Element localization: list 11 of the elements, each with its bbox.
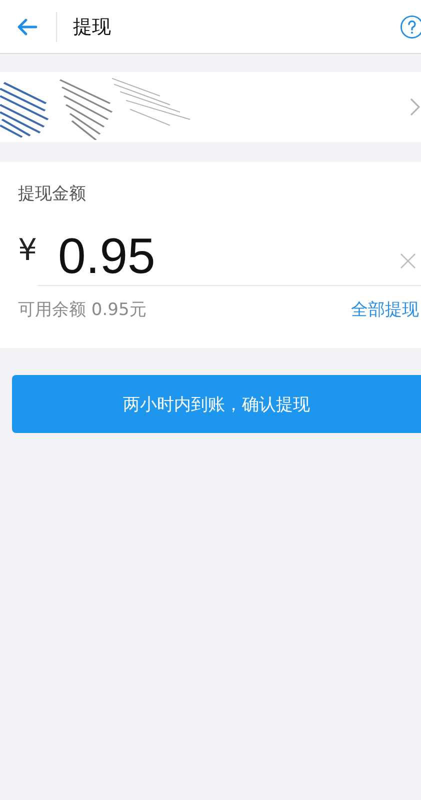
amount-field[interactable]: 0.95	[38, 227, 421, 286]
chevron-right-icon	[410, 98, 420, 116]
withdraw-all-link[interactable]: 全部提现	[351, 298, 419, 321]
help-icon[interactable]	[400, 14, 421, 38]
confirm-withdraw-button[interactable]: 两小时内到账，确认提现	[12, 375, 421, 433]
bank-card-row[interactable]	[0, 72, 421, 142]
available-balance: 可用余额 0.95元	[18, 299, 146, 321]
field-label: 提现金额	[18, 183, 87, 205]
currency-symbol: ¥	[18, 233, 38, 268]
page-title: 提现	[73, 14, 112, 40]
clear-icon[interactable]	[400, 253, 416, 269]
